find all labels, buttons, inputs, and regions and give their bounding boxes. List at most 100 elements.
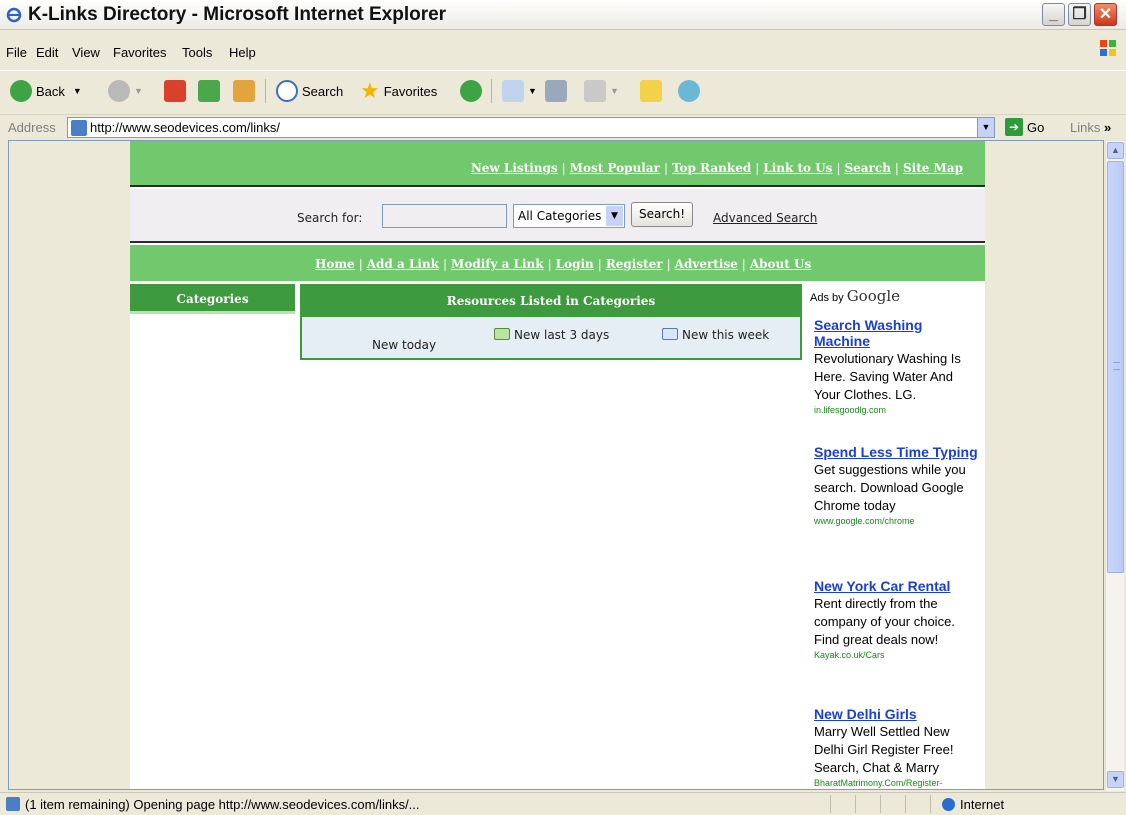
title-bar: K-Links Directory - Microsoft Internet E… [0, 0, 1126, 30]
note-icon [640, 80, 662, 102]
nav-add-link[interactable]: Add a Link [367, 257, 439, 271]
mail-button[interactable]: ▼ [502, 79, 537, 103]
nav-register[interactable]: Register [606, 257, 663, 271]
category-select[interactable]: All Categories ▼ [513, 204, 625, 228]
nav-modify-link[interactable]: Modify a Link [451, 257, 544, 271]
window-title: K-Links Directory - Microsoft Internet E… [28, 4, 447, 25]
nav-link-to-us[interactable]: Link to Us [763, 161, 832, 175]
menu-bar: File Edit View Favorites Tools Help [0, 40, 1126, 64]
main-navigation: Home | Add a Link | Modify a Link | Login | Regi… [130, 245, 985, 283]
zone-label: Internet [960, 797, 1005, 812]
address-input[interactable]: http://www.seodevices.com/links/ ▼ [67, 117, 995, 138]
scroll-up-icon[interactable]: ▲ [1107, 142, 1124, 159]
restore-icon: ❐ [1072, 6, 1087, 23]
dropdown-arrow-icon: ▼ [528, 86, 537, 96]
status-bar: (1 item remaining) Opening page http://w… [0, 792, 1126, 815]
favorites-label: Favorites [383, 83, 438, 99]
chevron-down-icon[interactable]: ▼ [977, 118, 994, 137]
ad-url[interactable]: www.google.com/chrome [814, 516, 978, 526]
refresh-button[interactable] [198, 79, 224, 103]
ads-by-label: Ads by [810, 292, 844, 304]
nav-new-listings[interactable]: New Listings [471, 161, 558, 175]
google-logo: Google [846, 287, 901, 305]
resources-box: Resources Listed in Categories New today… [300, 284, 802, 360]
google-ads: Ads by Google Search Washing Machine Rev… [806, 283, 982, 789]
messenger-button[interactable] [678, 79, 704, 103]
ad-body: Get suggestions while you search. Downlo… [814, 462, 966, 513]
toolbar: Back ▼ ▼ Search ★ Favorites ▼ ▼ [0, 70, 1126, 110]
favorites-button[interactable]: ★ Favorites [360, 78, 438, 103]
search-submit-button[interactable]: Search! [631, 202, 693, 227]
chevron-down-icon: ▼ [606, 206, 623, 226]
edit-icon [584, 80, 606, 102]
scroll-down-icon[interactable]: ▼ [1107, 771, 1124, 788]
menu-favorites[interactable]: Favorites [113, 45, 166, 60]
nav-search[interactable]: Search [844, 161, 890, 175]
menu-edit[interactable]: Edit [36, 45, 58, 60]
menu-help[interactable]: Help [229, 45, 256, 60]
folder-icon [494, 328, 510, 340]
menu-view[interactable]: View [72, 45, 100, 60]
dropdown-arrow-icon: ▼ [610, 86, 619, 96]
page-icon [71, 120, 87, 136]
history-button[interactable] [460, 79, 486, 103]
mail-icon [502, 80, 524, 102]
star-icon: ★ [360, 78, 380, 103]
nav-site-map[interactable]: Site Map [903, 161, 963, 175]
ads-header[interactable]: Ads by Google [810, 287, 900, 305]
ad-item: Search Washing Machine Revolutionary Was… [814, 317, 978, 415]
globe-icon [942, 798, 955, 811]
refresh-icon [198, 80, 220, 102]
browser-window: K-Links Directory - Microsoft Internet E… [0, 0, 1126, 815]
new-week-label: New this week [682, 328, 770, 342]
links-label: Links [1070, 120, 1101, 135]
search-input[interactable] [382, 204, 507, 228]
close-button[interactable]: ✕ [1094, 3, 1117, 26]
maximize-button[interactable]: ❐ [1068, 3, 1091, 26]
minimize-button[interactable]: _ [1042, 3, 1065, 26]
advanced-search-link[interactable]: Advanced Search [713, 211, 817, 225]
discuss-button[interactable] [640, 79, 666, 103]
search-label: Search [302, 83, 344, 99]
ad-url[interactable]: in.lifesgoodlg.com [814, 405, 978, 415]
ad-url[interactable]: Kayak.co.uk/Cars [814, 650, 978, 660]
search-button[interactable]: Search [276, 79, 343, 103]
dropdown-arrow-icon: ▼ [134, 86, 143, 96]
new-3days-label: New last 3 days [514, 328, 610, 342]
home-button[interactable] [233, 79, 259, 103]
nav-top-ranked[interactable]: Top Ranked [672, 161, 751, 175]
vertical-scrollbar[interactable]: ▲ ▼ [1105, 141, 1124, 791]
resources-header: Resources Listed in Categories [302, 286, 800, 317]
new-today-label: New today [372, 338, 437, 352]
links-toolbar[interactable]: Links » [1070, 120, 1111, 135]
nav-login[interactable]: Login [556, 257, 594, 271]
page-content: New Listings | Most Popular | Top Ranked | Lin… [130, 141, 985, 789]
go-button[interactable]: ➔ Go [1005, 118, 1044, 136]
folder-icon [662, 328, 678, 340]
menu-tools[interactable]: Tools [182, 45, 212, 60]
forward-arrow-icon [108, 80, 130, 102]
stop-button[interactable] [164, 79, 190, 103]
print-button[interactable] [545, 79, 571, 103]
ad-title[interactable]: New York Car Rental [814, 578, 978, 594]
history-icon [460, 80, 482, 102]
ad-url[interactable]: BharatMatrimony.Com/Register- [814, 778, 978, 788]
scroll-thumb[interactable] [1107, 161, 1124, 573]
nav-most-popular[interactable]: Most Popular [570, 161, 660, 175]
ad-title[interactable]: Search Washing Machine [814, 317, 978, 349]
ad-title[interactable]: Spend Less Time Typing [814, 444, 978, 460]
categories-tab[interactable]: Categories [130, 284, 295, 314]
nav-home[interactable]: Home [315, 257, 355, 271]
edit-button[interactable]: ▼ [584, 79, 619, 103]
menu-file[interactable]: File [6, 45, 27, 60]
forward-button[interactable]: ▼ [108, 79, 143, 103]
stop-icon [164, 80, 186, 102]
nav-advertise[interactable]: Advertise [675, 257, 738, 271]
search-icon [276, 80, 298, 102]
back-button[interactable]: Back ▼ [10, 79, 82, 103]
nav-about-us[interactable]: About Us [750, 257, 811, 271]
ad-title[interactable]: New Delhi Girls [814, 706, 978, 722]
search-for-label: Search for: [297, 211, 363, 225]
back-label: Back [36, 83, 65, 99]
address-label: Address [8, 120, 56, 135]
